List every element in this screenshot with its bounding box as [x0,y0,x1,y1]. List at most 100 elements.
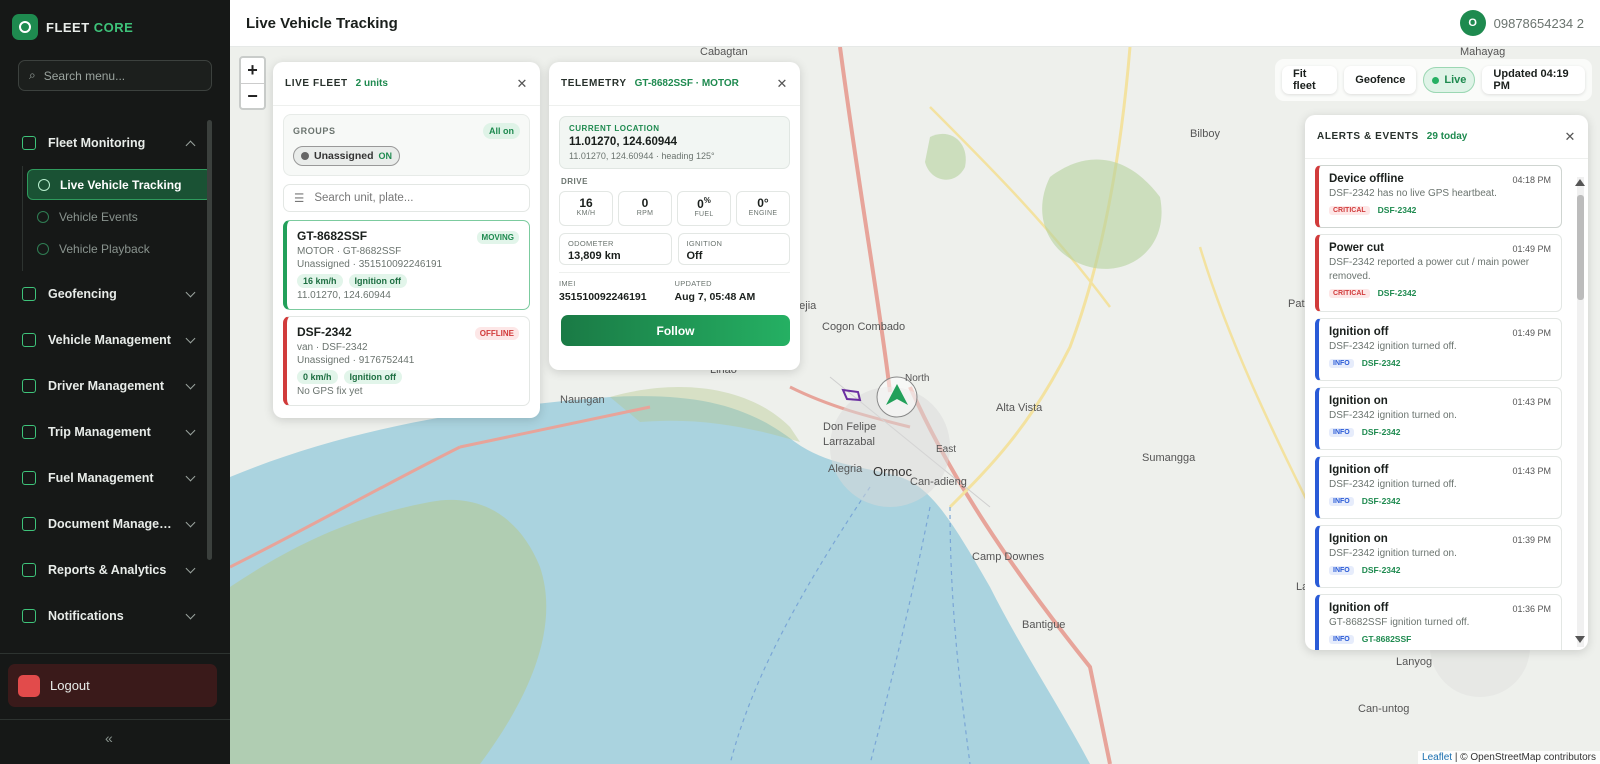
alert-unit[interactable]: DSF-2342 [1362,427,1401,437]
nav-fuel-management[interactable]: Fuel Management [0,455,212,501]
logout-icon [18,674,40,697]
zoom-in-button[interactable]: + [241,58,264,83]
drive-grid: 16 KM/H 0 RPM 0% FUEL 0° ENGINE [559,191,790,226]
alert-level: INFO [1329,427,1354,437]
drive-key: FUEL [694,211,714,218]
chevron-down-icon [185,563,196,573]
group-chip-unassigned[interactable]: Unassigned ON [293,146,401,166]
alert-level: CRITICAL [1329,205,1370,215]
scroll-down-icon[interactable] [1575,636,1585,643]
scroll-thumb[interactable] [1577,195,1584,300]
unit-group-imei: Unassigned · 351510092246191 [297,259,443,270]
collapse-sidebar-icon[interactable]: « [105,730,113,746]
menu-search-input[interactable]: ⌕ Search menu... [18,60,212,91]
fuel-icon [22,471,36,485]
drive-engine: 0° ENGINE [736,191,790,226]
chart-icon [22,563,36,577]
svg-text:Cogon Combado: Cogon Combado [822,321,905,333]
nav-fleet-monitoring[interactable]: Fleet Monitoring [0,120,212,166]
location-pin-icon [22,136,36,150]
zoom-out-button[interactable]: − [241,83,264,108]
alert-level: INFO [1329,634,1354,644]
alert-item[interactable]: Power cut 01:49 PM DSF-2342 reported a p… [1315,234,1562,312]
nav-reports-analytics[interactable]: Reports & Analytics [0,547,212,593]
scroll-up-icon[interactable] [1575,179,1585,186]
sub-label: Live Vehicle Tracking [60,177,182,192]
sidebar-nav: Fleet Monitoring Live Vehicle Tracking V… [0,120,212,639]
route-icon [22,425,36,439]
groups-all-on-toggle[interactable]: All on [483,123,520,139]
svg-text:Naungan: Naungan [560,394,605,406]
panel-title: TELEMETRY [561,78,627,89]
geofence-button[interactable]: Geofence [1344,66,1417,94]
user-menu[interactable]: O 09878654234 2 [1459,10,1584,36]
alert-unit[interactable]: DSF-2342 [1362,565,1401,575]
alert-unit[interactable]: DSF-2342 [1362,358,1401,368]
svg-text:Cabagtan: Cabagtan [700,47,748,58]
nav-driver-management[interactable]: Driver Management [0,363,212,409]
drive-label: DRIVE [561,177,588,186]
alerts-header: ALERTS & EVENTS 29 today ✕ [1305,115,1588,159]
drive-key: KM/H [576,210,596,217]
sidebar-scrollbar[interactable] [207,120,212,560]
drive-speed: 16 KM/H [559,191,613,226]
unit-group-imei: Unassigned · 9176752441 [297,355,415,366]
sidebar-item-vehicle-events[interactable]: Vehicle Events [27,201,212,232]
alert-item[interactable]: Ignition off 01:36 PM GT-8682SSF ignitio… [1315,594,1562,650]
live-toggle[interactable]: Live [1423,67,1476,93]
alert-unit[interactable]: DSF-2342 [1378,288,1417,298]
svg-text:Don Felipe: Don Felipe [823,421,876,433]
alert-desc: DSF-2342 ignition turned off. [1329,341,1457,352]
map-controls: Fit fleet Geofence Live Updated 04:19 PM [1275,59,1592,101]
odometer-cell: ODOMETER 13,809 km [559,233,672,265]
sidebar-item-vehicle-playback[interactable]: Vehicle Playback [27,233,212,264]
alert-item[interactable]: Ignition on 01:39 PM DSF-2342 ignition t… [1315,525,1562,588]
nav-document-management[interactable]: Document Managem... [0,501,212,547]
brand[interactable]: FLEET CORE [0,0,230,54]
alerts-scrollbar[interactable] [1575,177,1585,647]
brand-name-a: FLEET [46,19,90,35]
chevron-down-icon [185,517,196,527]
alert-item[interactable]: Ignition off 01:43 PM DSF-2342 ignition … [1315,456,1562,519]
alert-item[interactable]: Ignition off 01:49 PM DSF-2342 ignition … [1315,318,1562,381]
unit-card-dsf-2342[interactable]: DSF-2342 OFFLINE van · DSF-2342 Unassign… [283,316,530,406]
alert-item[interactable]: Ignition on 01:43 PM DSF-2342 ignition t… [1315,387,1562,450]
imei-label: IMEI [559,279,576,288]
unit-search-input[interactable]: ☰ Search unit, plate... [283,184,530,212]
drive-key: RPM [636,210,654,217]
alert-level: INFO [1329,565,1354,575]
nav-label: Notifications [48,609,124,623]
alert-time: 01:43 PM [1512,466,1551,476]
user-phone: 09878654234 2 [1493,15,1584,31]
follow-button[interactable]: Follow [561,315,790,346]
close-icon[interactable]: ✕ [777,76,789,92]
svg-text:Ormoc: Ormoc [873,464,913,479]
leaflet-link[interactable]: Leaflet [1422,752,1452,763]
nav-trip-management[interactable]: Trip Management [0,409,212,455]
drive-unit: % [703,196,711,205]
panel-title: ALERTS & EVENTS [1317,131,1419,142]
nav-vehicle-management[interactable]: Vehicle Management [0,317,212,363]
alert-unit[interactable]: DSF-2342 [1378,205,1417,215]
unit-card-gt-8682ssf[interactable]: GT-8682SSF MOVING MOTOR · GT-8682SSF Una… [283,220,530,310]
nav-geofencing[interactable]: Geofencing [0,271,212,317]
attribution-text: | © OpenStreetMap contributors [1452,752,1596,763]
bell-icon [22,609,36,623]
unit-search-placeholder: Search unit, plate... [314,192,414,204]
alert-unit[interactable]: DSF-2342 [1362,496,1401,506]
document-icon [22,517,36,531]
nav-notifications[interactable]: Notifications [0,593,212,639]
ignition-value: Off [686,250,703,262]
updated-status: Updated 04:19 PM [1482,66,1585,94]
sidebar-item-live-vehicle-tracking[interactable]: Live Vehicle Tracking [27,169,212,200]
alert-item[interactable]: Device offline 04:18 PM DSF-2342 has no … [1315,165,1562,228]
svg-text:Alta Vista: Alta Vista [996,402,1043,414]
menu-search-placeholder: Search menu... [43,68,126,83]
fit-fleet-button[interactable]: Fit fleet [1282,66,1338,94]
page-title: Live Vehicle Tracking [246,15,398,32]
logout-button[interactable]: Logout [8,664,217,707]
close-icon[interactable]: ✕ [1565,129,1577,145]
close-icon[interactable]: ✕ [517,76,529,92]
alert-unit[interactable]: GT-8682SSF [1362,634,1412,644]
svg-text:Can-untog: Can-untog [1358,703,1409,715]
